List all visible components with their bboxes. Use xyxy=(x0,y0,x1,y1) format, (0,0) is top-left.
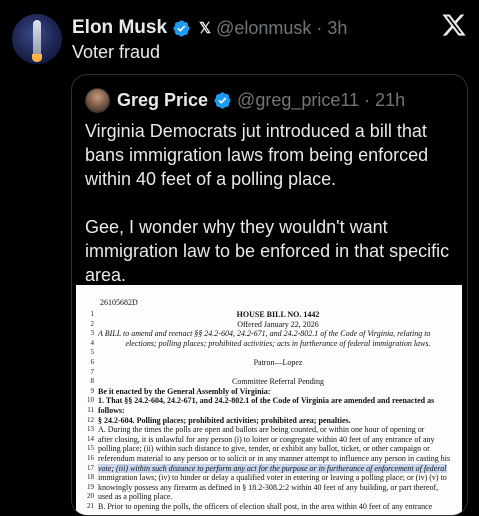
line-number: 18 xyxy=(87,473,94,482)
line-text: HOUSE BILL NO. 1442 xyxy=(236,310,320,319)
line-number: 14 xyxy=(87,434,94,443)
document-line: 7 xyxy=(76,368,462,378)
document-line: 4 elections; polling places; prohibited a… xyxy=(76,339,462,349)
quoted-paragraph-2: Gee, I wonder why they wouldn't want imm… xyxy=(85,217,450,285)
line-number: 15 xyxy=(87,444,94,453)
line-number: 21 xyxy=(87,501,94,510)
line-number: 16 xyxy=(87,453,94,462)
line-text: Be it enacted by the General Assembly of… xyxy=(98,386,271,396)
line-text: A BILL to amend and reenact §§ 24.2-604,… xyxy=(98,329,431,339)
document-line: 8 Committee Referral Pending xyxy=(76,377,462,387)
document-lines: 1 HOUSE BILL NO. 1442 2 Offered January 22,… xyxy=(76,310,462,511)
document-line: 5 xyxy=(76,348,462,358)
line-text: Offered January 22, 2026 xyxy=(237,319,319,329)
line-text: Patron—Lopez xyxy=(253,357,303,367)
document-line: 18 immigration laws; (iv) to hinder or de… xyxy=(76,473,462,483)
line-number: 5 xyxy=(90,348,95,357)
document-line: 19 knowingly possess any firearm as defin… xyxy=(76,483,462,493)
verified-badge-icon xyxy=(214,91,231,109)
author-avatar[interactable] xyxy=(12,14,62,64)
line-number: 19 xyxy=(87,482,94,491)
tweet-text: Voter fraud xyxy=(72,42,161,62)
line-text: immigration laws; (iv) to hinder or dela… xyxy=(98,473,447,483)
tweet-header: Elon Musk 𝕏 @elonmusk · 3h xyxy=(72,16,347,40)
document-line: 10 1. That §§ 24.2-604, 24.2-671, and 24.… xyxy=(76,396,462,406)
document-line: 3A BILL to amend and reenact §§ 24.2-604… xyxy=(76,329,462,339)
line-text: elections; polling places; prohibited ac… xyxy=(125,338,431,348)
document-line: 9 Be it enacted by the General Assembly o… xyxy=(76,387,462,397)
line-text: A. During the times the polls are open a… xyxy=(98,425,425,435)
rocket-shape xyxy=(33,20,41,58)
rocket-flame xyxy=(32,54,42,62)
x-logo-icon[interactable] xyxy=(441,12,467,38)
quoted-author-handle-time[interactable]: @greg_price11 · 21h xyxy=(237,90,405,111)
line-text: polling place; (ii) within such distance… xyxy=(98,444,430,454)
quoted-tweet-card[interactable]: Greg Price @greg_price11 · 21h Virginia … xyxy=(71,74,468,516)
line-number: 3 xyxy=(90,329,95,338)
quoted-tweet-text: Virginia Democrats jut introduced a bill… xyxy=(85,119,460,311)
line-text: 1. That §§ 24.2-604, 24.2-671, and 24.2-… xyxy=(98,396,435,406)
line-text: follows: xyxy=(98,405,125,415)
line-text: knowingly possess any firearm as defined… xyxy=(98,482,439,492)
line-number: 4 xyxy=(90,338,95,347)
author-handle-time[interactable]: @elonmusk · 3h xyxy=(216,18,347,39)
line-text: after closing, it is unlawful for any pe… xyxy=(98,434,435,444)
document-line: 12 § 24.2-604. Polling places; prohibited… xyxy=(76,416,462,426)
document-line: 6 Patron—Lopez xyxy=(76,358,462,368)
line-text: Committee Referral Pending xyxy=(232,377,324,387)
line-number: 6 xyxy=(90,357,95,366)
document-line: 20 used as a polling place. xyxy=(76,492,462,502)
verified-badge-icon xyxy=(173,19,190,37)
line-number: 12 xyxy=(87,415,94,424)
line-number: 10 xyxy=(87,396,94,405)
quoted-paragraph-1: Virginia Democrats jut introduced a bill… xyxy=(85,121,429,189)
document-line: 21 B. Prior to opening the polls, the off… xyxy=(76,502,462,512)
quoted-author-avatar[interactable] xyxy=(85,87,110,113)
quoted-author-name[interactable]: Greg Price xyxy=(117,90,208,111)
line-number: 8 xyxy=(90,377,95,386)
document-line: 2 Offered January 22, 2026 xyxy=(76,320,462,330)
line-number: 7 xyxy=(90,367,95,376)
line-number: 17 xyxy=(87,463,94,472)
document-line: 13 A. During the times the polls are open… xyxy=(76,425,462,435)
document-code: 26105682D xyxy=(100,298,138,307)
document-line: 11 follows: xyxy=(76,406,462,416)
document-line: 17 vote; (iii) within such distance to pe… xyxy=(76,463,462,474)
line-number: 20 xyxy=(87,492,94,501)
x-affiliate-icon: 𝕏 xyxy=(199,20,212,37)
document-line: 16 referendum material to any person or t… xyxy=(76,454,462,464)
line-text: vote; (iii) within such distance to perf… xyxy=(98,463,447,473)
document-line: 14 after closing, it is unlawful for any … xyxy=(76,435,462,445)
author-name[interactable]: Elon Musk xyxy=(72,17,167,39)
quoted-tweet-header: Greg Price @greg_price11 · 21h xyxy=(85,87,405,113)
bill-document-image[interactable]: 26105682D 1 HOUSE BILL NO. 1442 2 Offered J… xyxy=(76,285,462,515)
document-line: 1 HOUSE BILL NO. 1442 xyxy=(76,310,462,320)
line-text: § 24.2-604. Polling places; prohibited a… xyxy=(98,415,351,425)
line-number: 11 xyxy=(87,405,94,414)
line-text: used as a polling place. xyxy=(98,492,173,502)
line-number: 9 xyxy=(90,386,95,395)
line-text: referendum material to any person or to … xyxy=(98,453,451,463)
line-number: 2 xyxy=(90,319,95,328)
document-line: 15 polling place; (ii) within such distan… xyxy=(76,444,462,454)
line-text: B. Prior to opening the polls, the offic… xyxy=(98,501,433,511)
line-number: 13 xyxy=(87,425,94,434)
line-number: 1 xyxy=(90,310,95,318)
